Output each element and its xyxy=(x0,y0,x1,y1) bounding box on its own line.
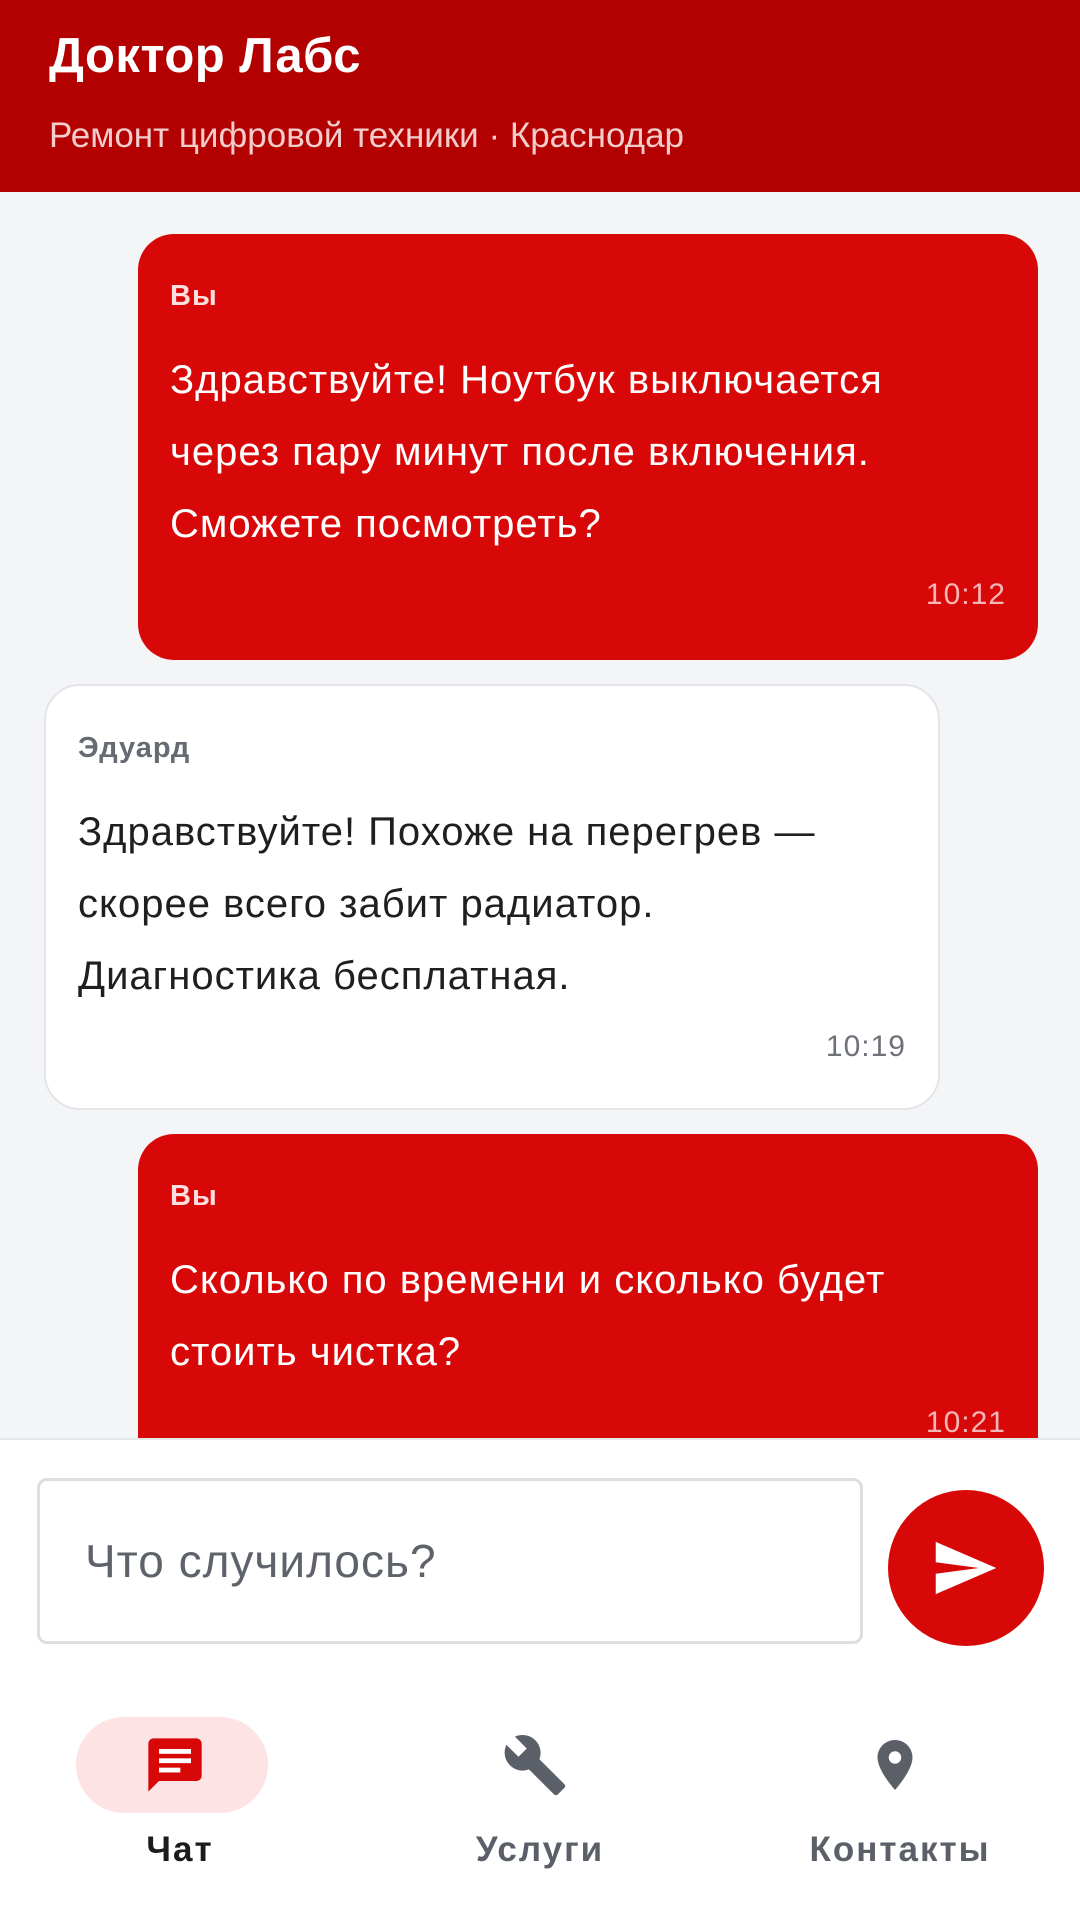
send-button[interactable] xyxy=(888,1490,1044,1646)
message-time: 10:12 xyxy=(925,578,1006,611)
location-pin-icon xyxy=(860,1730,930,1800)
chat-screen: Доктор Лабс Ремонт цифровой техники · Кр… xyxy=(0,0,1080,1920)
message-sender: Вы xyxy=(170,280,218,312)
message-input[interactable] xyxy=(37,1478,863,1644)
message-time: 10:19 xyxy=(825,1030,906,1063)
incoming-message: Эдуард Здравствуйте! Похоже на перегрев … xyxy=(44,684,940,1110)
page-subtitle: Ремонт цифровой техники · Краснодар xyxy=(49,116,685,155)
wrench-icon xyxy=(500,1730,570,1800)
message-text: Сколько по времени и сколько будет стоит… xyxy=(170,1258,886,1374)
nav-item-contacts[interactable]: Контакты xyxy=(720,1670,1080,1920)
nav-label-services: Услуги xyxy=(475,1830,605,1869)
message-text: Здравствуйте! Похоже на перегрев — скоре… xyxy=(78,810,816,998)
app-header: Доктор Лабс Ремонт цифровой техники · Кр… xyxy=(0,0,1080,192)
bottom-navigation: Чат Услуги Контакты xyxy=(0,1670,1080,1920)
outgoing-message: Вы Здравствуйте! Ноутбук выключается чер… xyxy=(138,234,1038,660)
message-text: Здравствуйте! Ноутбук выключается через … xyxy=(170,358,883,546)
nav-label-contacts: Контакты xyxy=(809,1830,991,1869)
nav-item-services[interactable]: Услуги xyxy=(360,1670,720,1920)
message-sender: Эдуард xyxy=(78,732,191,764)
message-composer xyxy=(0,1438,1080,1670)
chat-icon xyxy=(140,1730,210,1800)
send-icon xyxy=(935,1541,997,1595)
message-time: 10:21 xyxy=(925,1406,1006,1438)
outgoing-message: Вы Сколько по времени и сколько будет ст… xyxy=(138,1134,1038,1438)
nav-item-chat[interactable]: Чат xyxy=(0,1670,360,1920)
message-sender: Вы xyxy=(170,1180,218,1212)
message-list[interactable]: Вы Здравствуйте! Ноутбук выключается чер… xyxy=(0,192,1080,1438)
page-title: Доктор Лабс xyxy=(49,29,362,83)
nav-label-chat: Чат xyxy=(146,1830,214,1869)
